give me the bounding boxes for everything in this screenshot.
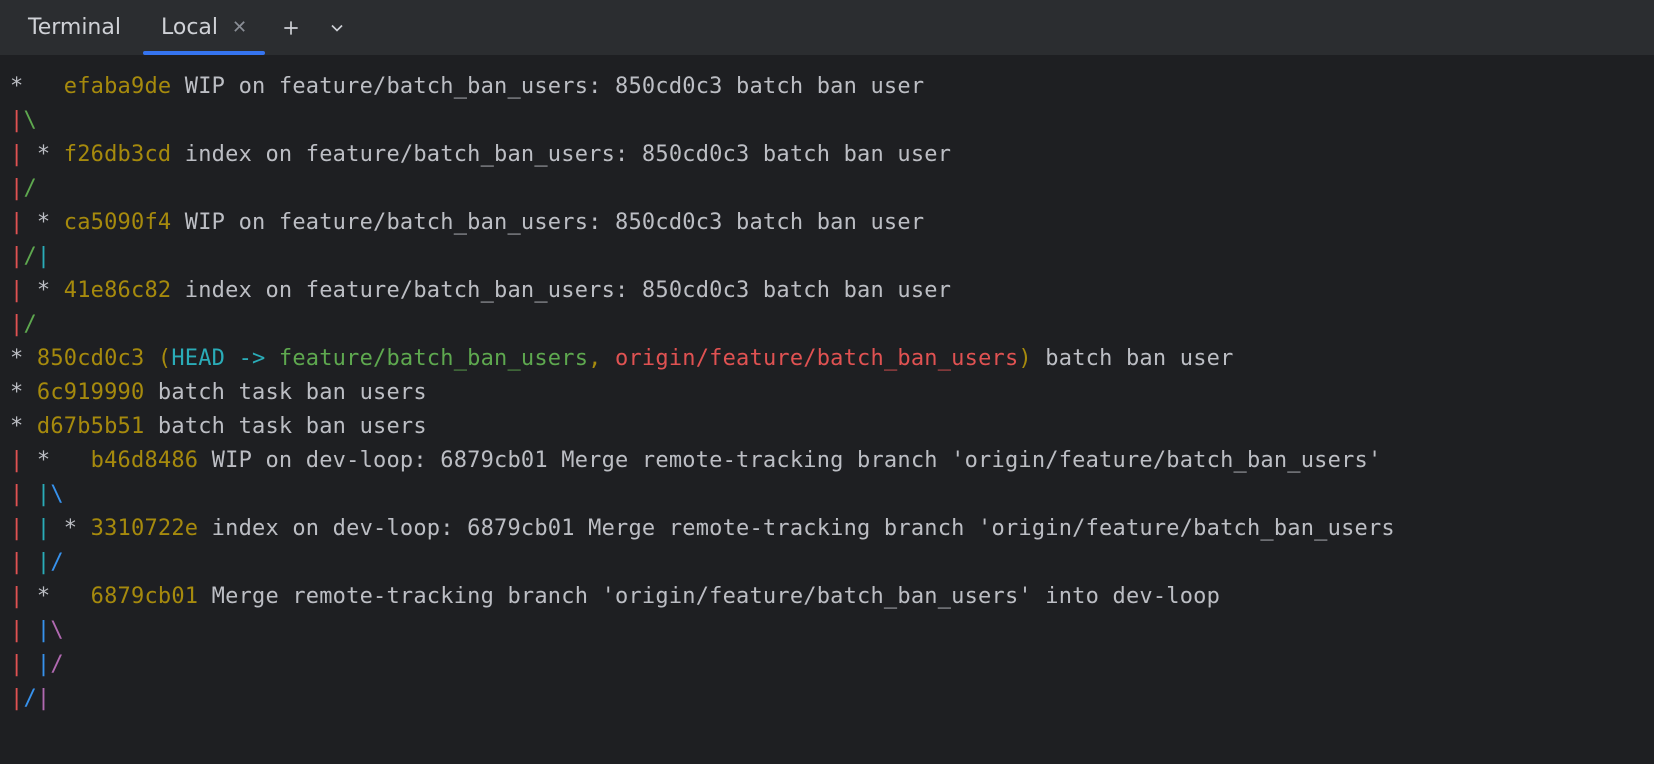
- terminal-line: * 6c919990 batch task ban users: [10, 376, 1644, 410]
- terminal-line: * efaba9de WIP on feature/batch_ban_user…: [10, 70, 1644, 104]
- close-icon[interactable]: ✕: [232, 17, 247, 38]
- terminal-panel-label: Terminal: [6, 15, 143, 40]
- terminal-line: | |/: [10, 648, 1644, 682]
- terminal-line: |/: [10, 308, 1644, 342]
- terminal-line: | * f26db3cd index on feature/batch_ban_…: [10, 138, 1644, 172]
- terminal-tab-local[interactable]: Local ✕: [143, 0, 265, 55]
- plus-icon: [281, 18, 301, 38]
- terminal-line: * 850cd0c3 (HEAD -> feature/batch_ban_us…: [10, 342, 1644, 376]
- terminal-line: | |\: [10, 614, 1644, 648]
- terminal-line: | * 41e86c82 index on feature/batch_ban_…: [10, 274, 1644, 308]
- terminal-tabbar: Terminal Local ✕: [0, 0, 1654, 56]
- terminal-line: | |\: [10, 478, 1644, 512]
- terminal-line: * d67b5b51 batch task ban users: [10, 410, 1644, 444]
- terminal-line: |/|: [10, 682, 1644, 716]
- terminal-tab-label: Local: [161, 15, 218, 40]
- terminal-line: | * ca5090f4 WIP on feature/batch_ban_us…: [10, 206, 1644, 240]
- terminal-line: |\: [10, 104, 1644, 138]
- terminal-menu-button[interactable]: [317, 8, 357, 48]
- terminal-line: | * b46d8486 WIP on dev-loop: 6879cb01 M…: [10, 444, 1644, 478]
- terminal-line: | |/: [10, 546, 1644, 580]
- new-terminal-button[interactable]: [271, 8, 311, 48]
- terminal-output[interactable]: * efaba9de WIP on feature/batch_ban_user…: [0, 56, 1654, 716]
- terminal-line: | | * 3310722e index on dev-loop: 6879cb…: [10, 512, 1644, 546]
- terminal-line: |/|: [10, 240, 1644, 274]
- terminal-line: | * 6879cb01 Merge remote-tracking branc…: [10, 580, 1644, 614]
- terminal-line: |/: [10, 172, 1644, 206]
- chevron-down-icon: [327, 18, 347, 38]
